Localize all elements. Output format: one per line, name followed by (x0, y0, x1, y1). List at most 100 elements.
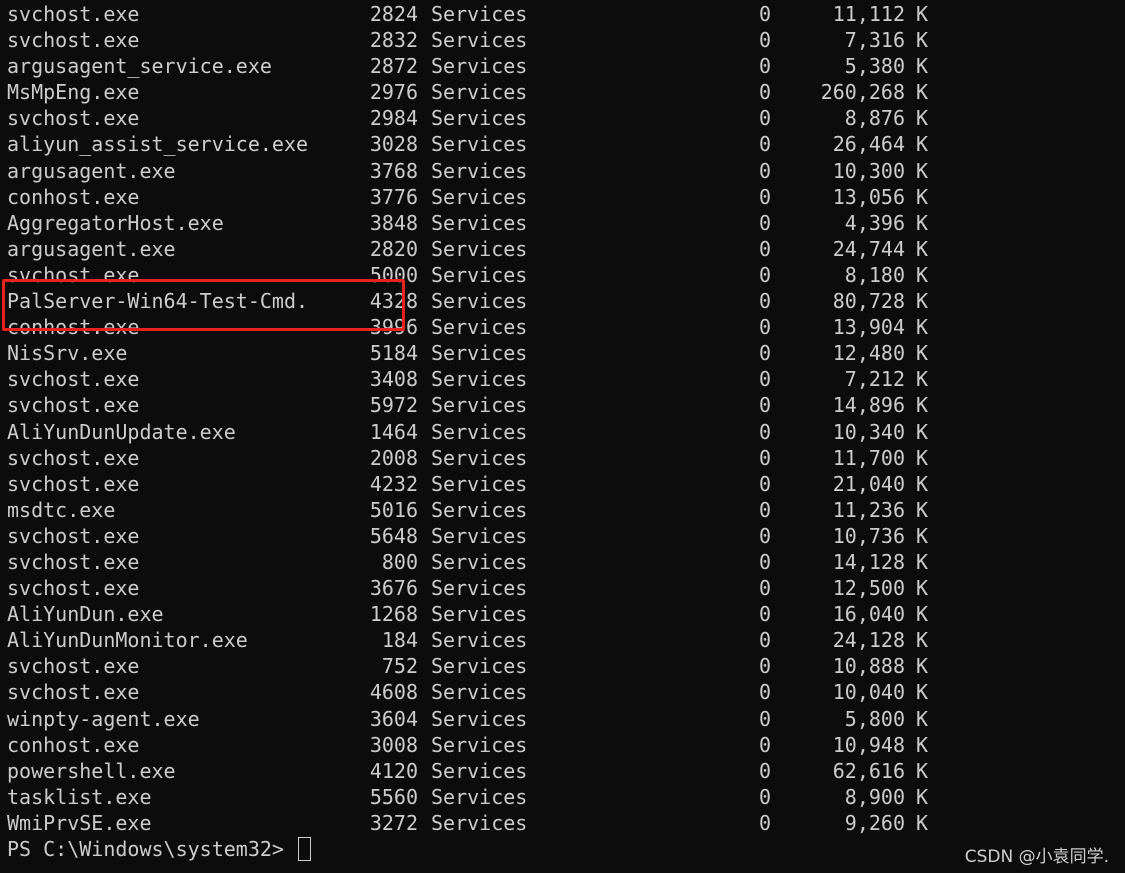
process-pid: 5184 (369, 341, 418, 366)
mem-unit: K (916, 654, 929, 679)
process-name: powershell.exe (7, 758, 176, 783)
process-name: tasklist.exe (7, 784, 152, 809)
session-number: 0 (759, 315, 772, 340)
mem-usage: 11,236 (832, 497, 905, 522)
mem-unit: K (916, 158, 929, 183)
command-prompt[interactable]: PS C:\Windows\system32> (7, 836, 311, 862)
mem-usage: 7,316 (844, 28, 905, 53)
mem-usage: 4,396 (844, 210, 905, 235)
mem-usage: 7,212 (844, 367, 905, 392)
process-name: aliyun_assist_service.exe (7, 132, 309, 157)
mem-usage: 13,056 (832, 184, 905, 209)
process-pid: 5560 (369, 784, 418, 809)
session-name: Services (431, 784, 528, 809)
process-pid: 2832 (369, 28, 418, 53)
mem-unit: K (916, 132, 929, 157)
mem-usage: 10,300 (832, 158, 905, 183)
session-name: Services (431, 758, 528, 783)
mem-unit: K (916, 341, 929, 366)
process-pid: 2008 (369, 445, 418, 470)
session-name: Services (431, 80, 528, 105)
session-number: 0 (759, 602, 772, 627)
session-number: 0 (759, 2, 772, 26)
session-number: 0 (759, 236, 772, 261)
process-name: conhost.exe (7, 732, 140, 757)
process-name: svchost.exe (7, 445, 140, 470)
session-number: 0 (759, 758, 772, 783)
session-name: Services (431, 132, 528, 157)
mem-unit: K (916, 549, 929, 574)
process-pid: 1464 (369, 419, 418, 444)
session-number: 0 (759, 419, 772, 444)
session-number: 0 (759, 210, 772, 235)
session-name: Services (431, 602, 528, 627)
session-name: Services (431, 497, 528, 522)
process-pid: 184 (381, 628, 418, 653)
process-name: svchost.exe (7, 576, 140, 601)
mem-unit: K (916, 289, 929, 314)
process-pid: 2976 (369, 80, 418, 105)
mem-unit: K (916, 784, 929, 809)
mem-usage: 12,480 (832, 341, 905, 366)
session-name: Services (431, 210, 528, 235)
session-name: Services (431, 471, 528, 496)
mem-unit: K (916, 706, 929, 731)
mem-usage: 10,888 (832, 654, 905, 679)
session-number: 0 (759, 158, 772, 183)
session-number: 0 (759, 706, 772, 731)
process-pid: 2824 (369, 2, 418, 26)
session-name: Services (431, 732, 528, 757)
mem-unit: K (916, 236, 929, 261)
process-name: svchost.exe (7, 680, 140, 705)
process-name: AliYunDunUpdate.exe (7, 419, 236, 444)
session-name: Services (431, 106, 528, 131)
process-name: argusagent.exe (7, 158, 176, 183)
process-pid: 1268 (369, 602, 418, 627)
process-pid: 3028 (369, 132, 418, 157)
session-number: 0 (759, 367, 772, 392)
highlight-box (2, 279, 405, 331)
process-name: svchost.exe (7, 393, 140, 418)
mem-usage: 8,876 (844, 106, 905, 131)
process-pid: 3676 (369, 576, 418, 601)
process-name: svchost.exe (7, 367, 140, 392)
prompt-text: PS C:\Windows\system32> (7, 837, 296, 861)
mem-usage: 26,464 (832, 132, 905, 157)
mem-unit: K (916, 810, 929, 835)
session-name: Services (431, 523, 528, 548)
process-name: AliYunDunMonitor.exe (7, 628, 248, 653)
mem-usage: 24,744 (832, 236, 905, 261)
process-name: conhost.exe (7, 184, 140, 209)
process-pid: 5648 (369, 523, 418, 548)
session-name: Services (431, 367, 528, 392)
session-number: 0 (759, 262, 772, 287)
process-pid: 3272 (369, 810, 418, 835)
mem-unit: K (916, 732, 929, 757)
mem-unit: K (916, 54, 929, 79)
mem-usage: 260,268 (820, 80, 905, 105)
text-cursor (297, 837, 311, 861)
process-pid: 3408 (369, 367, 418, 392)
session-number: 0 (759, 289, 772, 314)
session-number: 0 (759, 393, 772, 418)
process-name: WmiPrvSE.exe (7, 810, 152, 835)
session-number: 0 (759, 106, 772, 131)
mem-usage: 10,948 (832, 732, 905, 757)
session-name: Services (431, 262, 528, 287)
process-name: svchost.exe (7, 2, 140, 26)
session-number: 0 (759, 471, 772, 496)
process-name: AliYunDun.exe (7, 602, 164, 627)
session-name: Services (431, 28, 528, 53)
session-number: 0 (759, 28, 772, 53)
mem-usage: 8,180 (844, 262, 905, 287)
session-name: Services (431, 680, 528, 705)
process-name: svchost.exe (7, 28, 140, 53)
session-name: Services (431, 2, 528, 26)
session-name: Services (431, 810, 528, 835)
process-pid: 3604 (369, 706, 418, 731)
mem-unit: K (916, 576, 929, 601)
mem-usage: 13,904 (832, 315, 905, 340)
mem-usage: 9,260 (844, 810, 905, 835)
session-number: 0 (759, 132, 772, 157)
session-number: 0 (759, 523, 772, 548)
